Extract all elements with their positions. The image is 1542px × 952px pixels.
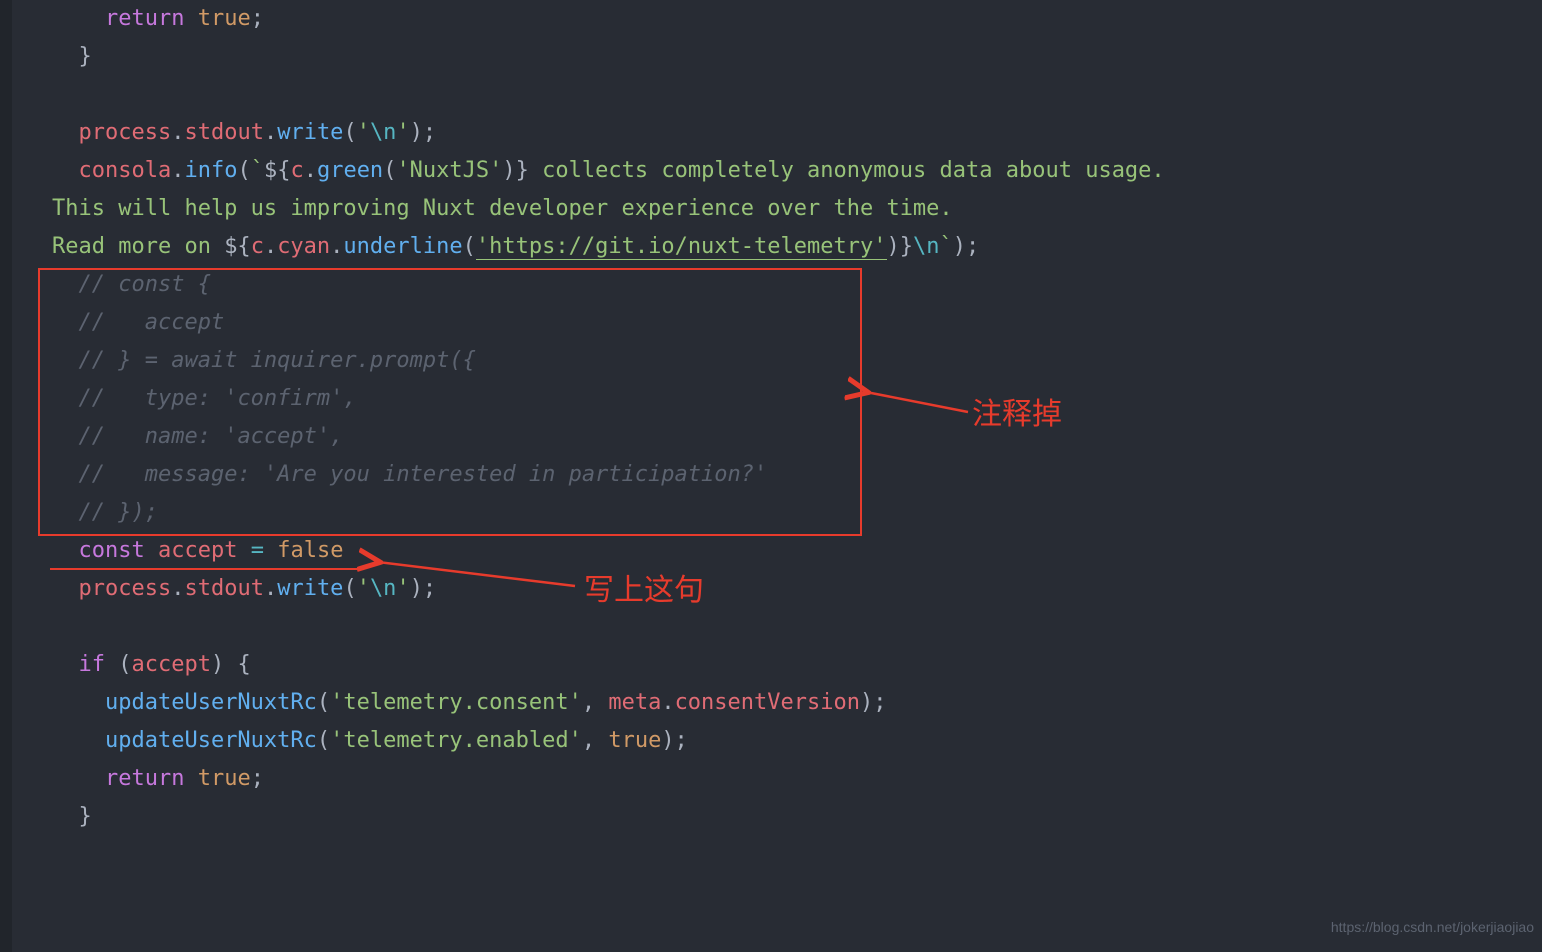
code-line: updateUserNuxtRc('telemetry.consent', me…: [52, 684, 1542, 722]
code-line: return true;: [52, 760, 1542, 798]
code-line: }: [52, 38, 1542, 76]
code-line: // accept: [52, 304, 1542, 342]
code-line: process.stdout.write('\n');: [52, 114, 1542, 152]
footer-watermark: https://blog.csdn.net/jokerjiaojiao: [1331, 908, 1534, 946]
code-line: if (accept) {: [52, 646, 1542, 684]
code-line: // const {: [52, 266, 1542, 304]
code-editor[interactable]: return true; } process.stdout.write('\n'…: [0, 0, 1542, 836]
code-line: consola.info(`${c.green('NuxtJS')} colle…: [52, 152, 1542, 190]
code-line: [52, 76, 1542, 114]
code-line: This will help us improving Nuxt develop…: [52, 190, 1542, 228]
code-line: // name: 'accept',: [52, 418, 1542, 456]
code-line: updateUserNuxtRc('telemetry.enabled', tr…: [52, 722, 1542, 760]
code-line: // });: [52, 494, 1542, 532]
code-line: Read more on ${c.cyan.underline('https:/…: [52, 228, 1542, 266]
code-line: const accept = false: [52, 532, 1542, 570]
code-line: }: [52, 798, 1542, 836]
code-line: // type: 'confirm',: [52, 380, 1542, 418]
code-line: [52, 608, 1542, 646]
code-line: return true;: [52, 0, 1542, 38]
code-line: // } = await inquirer.prompt({: [52, 342, 1542, 380]
code-line: process.stdout.write('\n');: [52, 570, 1542, 608]
code-area: return true; } process.stdout.write('\n'…: [20, 0, 1542, 836]
code-line: // message: 'Are you interested in parti…: [52, 456, 1542, 494]
